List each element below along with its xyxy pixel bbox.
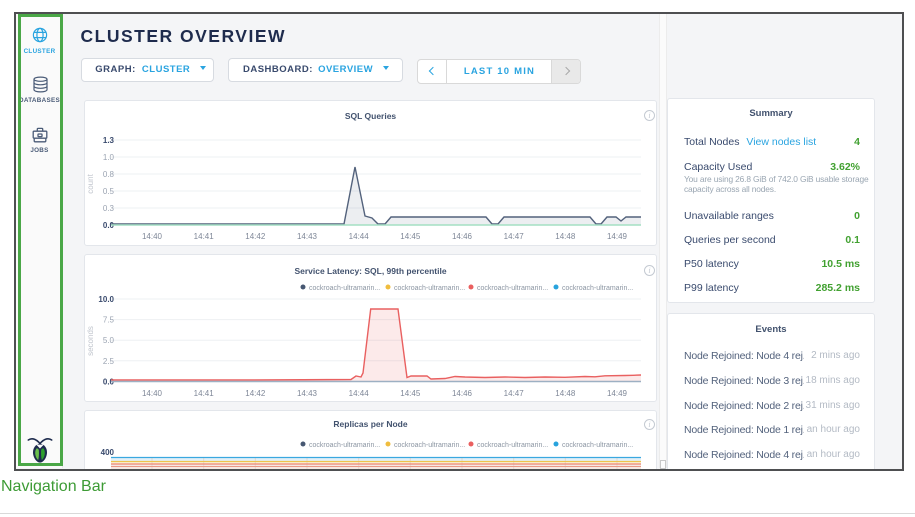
svg-text:cockroach-ultramarin...: cockroach-ultramarin... <box>394 285 465 292</box>
svg-text:14:45: 14:45 <box>400 389 421 398</box>
svg-text:1.3: 1.3 <box>103 136 115 145</box>
svg-text:14:44: 14:44 <box>349 232 370 241</box>
svg-text:14:41: 14:41 <box>194 232 215 241</box>
svg-text:400: 400 <box>101 448 115 457</box>
svg-text:10.0: 10.0 <box>98 295 114 304</box>
svg-text:14:46: 14:46 <box>452 389 473 398</box>
svg-text:14:40: 14:40 <box>142 232 163 241</box>
svg-text:14:45: 14:45 <box>400 232 421 241</box>
svg-text:0.5: 0.5 <box>103 187 115 196</box>
svg-text:5.0: 5.0 <box>103 336 115 345</box>
svg-text:cockroach-ultramarin...: cockroach-ultramarin... <box>477 285 548 292</box>
svg-text:14:43: 14:43 <box>297 232 318 241</box>
svg-text:14:41: 14:41 <box>194 389 215 398</box>
svg-text:cockroach-ultramarin...: cockroach-ultramarin... <box>394 442 465 449</box>
svg-text:cockroach-ultramarin...: cockroach-ultramarin... <box>562 442 633 449</box>
svg-text:14:49: 14:49 <box>607 232 628 241</box>
svg-text:14:40: 14:40 <box>142 389 163 398</box>
svg-text:14:48: 14:48 <box>555 389 576 398</box>
svg-text:seconds: seconds <box>86 326 95 356</box>
svg-text:14:47: 14:47 <box>504 232 525 241</box>
svg-text:count: count <box>86 173 95 193</box>
svg-text:14:49: 14:49 <box>607 389 628 398</box>
svg-text:cockroach-ultramarin...: cockroach-ultramarin... <box>309 442 380 449</box>
svg-text:cockroach-ultramarin...: cockroach-ultramarin... <box>477 442 548 449</box>
svg-text:7.5: 7.5 <box>103 316 115 325</box>
svg-text:cockroach-ultramarin...: cockroach-ultramarin... <box>562 285 633 292</box>
svg-text:2.5: 2.5 <box>103 357 115 366</box>
svg-text:0.3: 0.3 <box>103 204 115 213</box>
svg-text:14:48: 14:48 <box>555 232 576 241</box>
svg-text:14:42: 14:42 <box>245 389 266 398</box>
svg-text:14:47: 14:47 <box>504 389 525 398</box>
svg-text:14:46: 14:46 <box>452 232 473 241</box>
svg-text:1.0: 1.0 <box>103 153 115 162</box>
svg-text:cockroach-ultramarin...: cockroach-ultramarin... <box>309 285 380 292</box>
svg-text:14:43: 14:43 <box>297 389 318 398</box>
svg-text:0.8: 0.8 <box>103 170 115 179</box>
svg-text:14:44: 14:44 <box>349 389 370 398</box>
svg-text:14:42: 14:42 <box>245 232 266 241</box>
